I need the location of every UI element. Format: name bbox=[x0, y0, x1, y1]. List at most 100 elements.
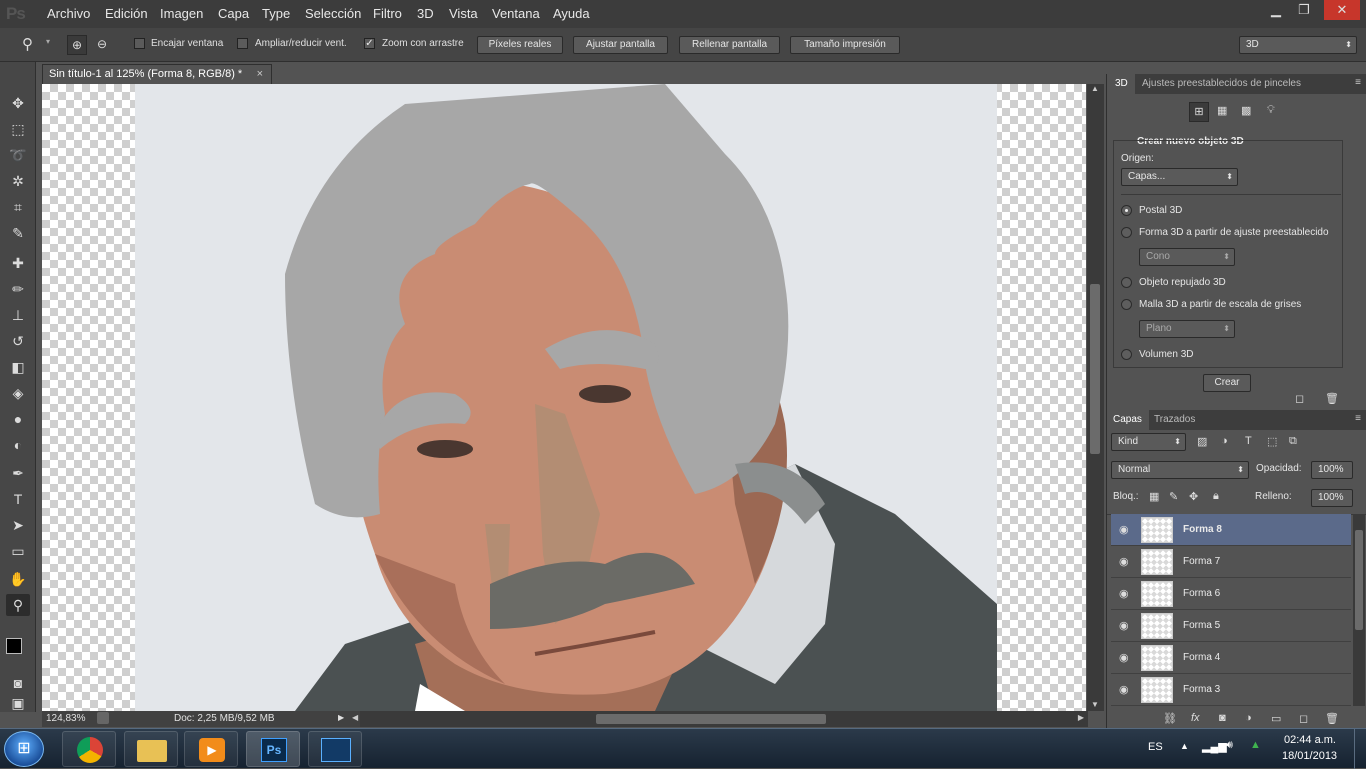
scene-filter-icon[interactable]: ⊞ bbox=[1189, 102, 1209, 122]
volumen-3d-radio[interactable] bbox=[1121, 349, 1132, 360]
magic-wand-icon[interactable]: ✲ bbox=[6, 170, 30, 192]
scroll-left-icon[interactable]: ◀ bbox=[352, 713, 358, 722]
zoom-in-icon[interactable]: ⊕ bbox=[67, 35, 87, 55]
link-icon[interactable]: ⛓︎ bbox=[1163, 712, 1177, 725]
layer-row[interactable]: ◉ Forma 8 bbox=[1111, 514, 1351, 546]
tray-arrow-icon[interactable]: ▲ bbox=[1180, 741, 1189, 751]
tab-brush-presets[interactable]: Ajustes preestablecidos de pinceles bbox=[1142, 78, 1301, 89]
volume-icon[interactable]: 🔊︎ bbox=[1226, 739, 1233, 752]
clock-date[interactable]: 18/01/2013 bbox=[1282, 750, 1337, 762]
menu-capa[interactable]: Capa bbox=[218, 6, 249, 21]
trash-icon[interactable]: 🗑︎ bbox=[1325, 712, 1339, 725]
canvas[interactable] bbox=[42, 84, 1086, 711]
healing-brush-icon[interactable]: ✚ bbox=[6, 252, 30, 274]
fill-input[interactable]: 100% bbox=[1311, 489, 1353, 507]
show-desktop-button[interactable] bbox=[1354, 729, 1366, 769]
visibility-icon[interactable]: ◉ bbox=[1119, 555, 1129, 568]
fx-icon[interactable]: fx bbox=[1191, 712, 1200, 724]
blur-tool-icon[interactable]: ● bbox=[6, 408, 30, 430]
visibility-icon[interactable]: ◉ bbox=[1119, 523, 1129, 536]
path-select-icon[interactable]: ➤ bbox=[6, 514, 30, 536]
eyedropper-icon[interactable]: ✎ bbox=[6, 222, 30, 244]
scroll-right-icon[interactable]: ▶ bbox=[1078, 713, 1084, 722]
zoom-out-icon[interactable]: ⊖ bbox=[92, 35, 112, 55]
panel-menu-icon[interactable]: ≡ bbox=[1355, 413, 1361, 424]
minimize-icon[interactable]: ▁ bbox=[1262, 0, 1290, 20]
mesh-filter-icon[interactable]: ▦ bbox=[1217, 104, 1227, 117]
restore-icon[interactable]: ❐ bbox=[1290, 0, 1318, 20]
scroll-down-icon[interactable]: ▼ bbox=[1091, 700, 1099, 709]
vertical-scroll-thumb[interactable] bbox=[1090, 284, 1100, 454]
layer-row[interactable]: ◉ Forma 4 bbox=[1111, 642, 1351, 674]
signal-icon[interactable]: ▂▄▆ bbox=[1202, 740, 1227, 753]
app-taskbar-button[interactable] bbox=[308, 731, 362, 767]
menu-vista[interactable]: Vista bbox=[449, 6, 478, 21]
forma-3d-radio[interactable] bbox=[1121, 227, 1132, 238]
media-player-taskbar-button[interactable]: ▶ bbox=[184, 731, 238, 767]
new-layer-icon[interactable]: ◻ bbox=[1299, 712, 1308, 725]
history-brush-icon[interactable]: ↺ bbox=[6, 330, 30, 352]
tab-capas[interactable]: Capas bbox=[1113, 414, 1142, 425]
lasso-tool-icon[interactable]: ➰ bbox=[6, 144, 30, 166]
layer-row[interactable]: ◉ Forma 6 bbox=[1111, 578, 1351, 610]
menu-ventana[interactable]: Ventana bbox=[492, 6, 540, 21]
quick-mask-icon[interactable]: ◙ bbox=[6, 672, 30, 694]
preset-shape-select[interactable]: Cono ⬍ bbox=[1139, 248, 1235, 266]
menu-edicion[interactable]: Edición bbox=[105, 6, 148, 21]
shape-tool-icon[interactable]: ▭ bbox=[6, 540, 30, 562]
start-button[interactable]: ⊞ bbox=[4, 731, 44, 767]
layers-scrollbar[interactable] bbox=[1353, 514, 1365, 706]
layers-scroll-thumb[interactable] bbox=[1355, 530, 1363, 630]
share-icon[interactable] bbox=[97, 712, 109, 724]
explorer-taskbar-button[interactable] bbox=[124, 731, 178, 767]
zoom-tool-icon[interactable]: ⚲ bbox=[6, 594, 30, 616]
type-filter-icon[interactable]: T bbox=[1245, 435, 1252, 447]
scroll-up-icon[interactable]: ▲ bbox=[1091, 84, 1099, 93]
origin-select[interactable]: Capas... ⬍ bbox=[1121, 168, 1238, 186]
image-filter-icon[interactable]: ▨ bbox=[1197, 435, 1207, 448]
menu-ayuda[interactable]: Ayuda bbox=[553, 6, 590, 21]
opacity-input[interactable]: 100% bbox=[1311, 461, 1353, 479]
kind-filter-select[interactable]: Kind ⬍ bbox=[1111, 433, 1186, 451]
ampliar-checkbox[interactable] bbox=[237, 38, 248, 49]
encajar-checkbox[interactable] bbox=[134, 38, 145, 49]
shape-filter-icon[interactable]: ⬚ bbox=[1267, 435, 1277, 448]
horizontal-scroll-thumb[interactable] bbox=[596, 714, 826, 724]
workspace-select[interactable]: 3D ⬍ bbox=[1239, 36, 1357, 54]
screen-mode-icon[interactable]: ▣ bbox=[6, 696, 30, 710]
horizontal-scrollbar[interactable]: ◀ ▶ bbox=[352, 711, 1088, 727]
dodge-tool-icon[interactable]: ◐ bbox=[6, 434, 30, 456]
crop-tool-icon[interactable]: ⌗ bbox=[6, 196, 30, 218]
visibility-icon[interactable]: ◉ bbox=[1119, 619, 1129, 632]
trash-icon[interactable]: 🗑︎ bbox=[1325, 392, 1339, 405]
vertical-scrollbar[interactable]: ▲ ▼ bbox=[1087, 84, 1104, 711]
layer-row[interactable]: ◉ Forma 3 bbox=[1111, 674, 1351, 706]
tamano-impresion-button[interactable]: Tamaño impresión bbox=[790, 36, 900, 54]
paint-bucket-icon[interactable]: ◈ bbox=[6, 382, 30, 404]
document-tab[interactable]: Sin título-1 al 125% (Forma 8, RGB/8) * … bbox=[42, 64, 272, 84]
layer-row[interactable]: ◉ Forma 5 bbox=[1111, 610, 1351, 642]
zoom-arrastre-checkbox[interactable]: ✓ bbox=[364, 38, 375, 49]
visibility-icon[interactable]: ◉ bbox=[1119, 651, 1129, 664]
malla-3d-radio[interactable] bbox=[1121, 299, 1132, 310]
menu-seleccion[interactable]: Selección bbox=[305, 6, 361, 21]
foreground-color-swatch[interactable] bbox=[6, 638, 22, 654]
zoom-level[interactable]: 124,83% bbox=[46, 713, 85, 724]
play-icon[interactable]: ▶ bbox=[338, 713, 344, 722]
new-icon[interactable]: ◻ bbox=[1295, 392, 1304, 405]
brush-tool-icon[interactable]: ✏ bbox=[6, 278, 30, 300]
ajustar-pantalla-button[interactable]: Ajustar pantalla bbox=[573, 36, 668, 54]
smart-object-filter-icon[interactable]: ⧉ bbox=[1289, 435, 1297, 448]
light-filter-icon[interactable]: 💡︎ bbox=[1267, 104, 1275, 117]
close-tab-icon[interactable]: × bbox=[257, 65, 263, 84]
clock-time[interactable]: 02:44 a.m. bbox=[1284, 734, 1336, 746]
language-indicator[interactable]: ES bbox=[1148, 741, 1163, 753]
menu-type[interactable]: Type bbox=[262, 6, 290, 21]
marquee-tool-icon[interactable]: ⬚ bbox=[6, 118, 30, 140]
lock-pixels-icon[interactable]: ✎ bbox=[1169, 490, 1178, 503]
lock-icon[interactable]: 🔒︎ bbox=[1213, 490, 1219, 503]
adjustment-filter-icon[interactable]: ◑ bbox=[1221, 435, 1228, 447]
layer-row[interactable]: ◉ Forma 7 bbox=[1111, 546, 1351, 578]
rellenar-pantalla-button[interactable]: Rellenar pantalla bbox=[679, 36, 780, 54]
material-filter-icon[interactable]: ▩ bbox=[1241, 104, 1251, 117]
